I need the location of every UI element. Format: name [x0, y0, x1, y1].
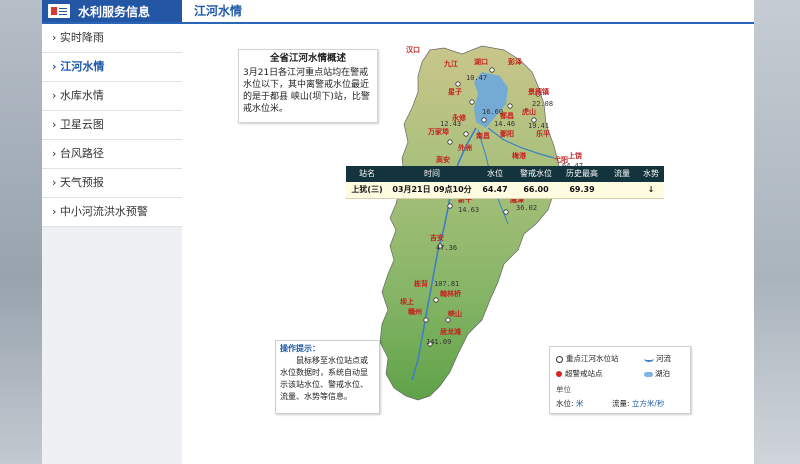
- col-station: 站名: [359, 169, 375, 178]
- map-label: 高安: [436, 155, 450, 164]
- legend-river: 河流: [644, 353, 671, 364]
- legend-unit-title: 单位: [556, 385, 571, 394]
- legend-over-warning: 超警戒站点: [556, 368, 603, 379]
- map-value[interactable]: 14.63: [458, 206, 479, 214]
- col-level: 水位: [487, 169, 503, 178]
- cell-station: 上犹(三): [351, 185, 383, 194]
- cell-time: 03月21日 09点10分: [392, 185, 472, 194]
- map-label: 景德镇: [527, 87, 549, 96]
- legend-level-label: 水位:: [556, 399, 574, 408]
- map-label: 居龙滩: [440, 327, 461, 336]
- col-warning: 警戒水位: [520, 169, 552, 178]
- cell-flow: [606, 182, 638, 198]
- legend-over-warning-label: 超警戒站点: [565, 369, 603, 378]
- map-value[interactable]: 22.08: [532, 100, 553, 108]
- cell-level: 64.47: [482, 185, 508, 194]
- map-value[interactable]: 141.09: [426, 338, 451, 346]
- map-label: 坝上: [400, 297, 414, 306]
- map-value[interactable]: 10.47: [466, 74, 487, 82]
- col-time: 时间: [424, 169, 440, 178]
- map-label: 汉口: [406, 45, 420, 54]
- overview-text: 3月21日各江河重点站均在警戒水位以下，其中离警戒水位最近的是于都县 峡山(坝下…: [243, 68, 370, 114]
- map-legend: 重点江河水位站 河流 超警戒站点 湖泊 单位 水位: 米 流量: 立方米/秒: [549, 346, 691, 414]
- station-tooltip-table: 站名 时间 水位 警戒水位 历史最高 流量 水势 上犹(三) 03月21日 09…: [346, 166, 664, 199]
- col-flow: 流量: [614, 169, 630, 178]
- map-value[interactable]: 14.46: [494, 120, 515, 128]
- overview-box: 全省江河水情概述 3月21日各江河重点站均在警戒水位以下，其中离警戒水位最近的是…: [238, 49, 378, 123]
- trend-down-icon: ↓: [647, 185, 655, 194]
- legend-flow-label: 流量:: [612, 399, 630, 408]
- lake-icon: [644, 371, 653, 377]
- river-icon: [644, 356, 654, 362]
- map-label: 赣州: [408, 307, 422, 316]
- sidebar-item-river-water[interactable]: › 江河水情: [42, 53, 182, 82]
- map-label: 南昌: [476, 131, 490, 140]
- map-label: 万家埠: [427, 127, 449, 136]
- sidebar-nav: › 实时降雨 › 江河水情 › 水库水情 › 卫星云图 › 台风路径 › 天气预…: [42, 24, 182, 464]
- sidebar-item-realtime-rain[interactable]: › 实时降雨: [42, 24, 182, 53]
- newspaper-icon: [48, 4, 70, 18]
- map-label: 峡山: [448, 309, 462, 318]
- sidebar-item-reservoir[interactable]: › 水库水情: [42, 82, 182, 111]
- red-dot-icon: [556, 371, 562, 377]
- map-label: 上饶: [568, 151, 582, 160]
- legend-key-station: 重点江河水位站: [556, 353, 619, 364]
- tips-text: 鼠标移至水位站点或水位数据时，系统自动显示该站水位、警戒水位、流量、水势等信息。: [280, 356, 368, 401]
- page-background-right: [754, 0, 800, 464]
- active-tab-label[interactable]: 江河水情: [194, 0, 242, 22]
- col-history: 历史最高: [566, 169, 598, 178]
- table-row[interactable]: 上犹(三) 03月21日 09点10分 64.47 66.00 69.39 ↓: [346, 182, 664, 199]
- header-title-block: 水利服务信息: [42, 0, 182, 22]
- operation-tips-box: 操作提示： 鼠标移至水位站点或水位数据时，系统自动显示该站水位、警戒水位、流量、…: [275, 340, 380, 414]
- map-label: 星子: [448, 87, 462, 96]
- map-value[interactable]: 19.41: [528, 122, 549, 130]
- legend-river-label: 河流: [656, 354, 671, 363]
- cell-warning: 66.00: [523, 185, 549, 194]
- map-label: 鄱阳: [499, 129, 514, 138]
- map-label: 彭泽: [508, 57, 522, 66]
- table-header-row: 站名 时间 水位 警戒水位 历史最高 流量 水势: [346, 166, 664, 182]
- legend-flow-unit: 流量: 立方米/秒: [612, 398, 664, 409]
- panel-header: 水利服务信息 江河水情: [42, 0, 754, 24]
- map-value[interactable]: 107.81: [434, 280, 459, 288]
- cell-history: 69.39: [569, 185, 595, 194]
- legend-lake: 湖泊: [644, 368, 670, 379]
- overview-title: 全省江河水情概述: [269, 53, 346, 64]
- map-label: 湖口: [474, 57, 488, 66]
- water-service-panel: 水利服务信息 江河水情 › 实时降雨 › 江河水情 › 水库水情 › 卫星云图 …: [42, 0, 754, 464]
- map-label: 虎山: [522, 107, 536, 116]
- sidebar-item-flood-warning[interactable]: › 中小河流洪水预警: [42, 198, 182, 227]
- col-trend: 水势: [643, 169, 659, 178]
- sidebar-item-satellite[interactable]: › 卫星云图: [42, 111, 182, 140]
- map-label: 栋背: [413, 279, 428, 288]
- sidebar-item-weather[interactable]: › 天气预报: [42, 169, 182, 198]
- legend-level-unit: 水位: 米: [556, 398, 583, 409]
- legend-lake-label: 湖泊: [655, 369, 670, 378]
- map-label: 梅港: [512, 151, 527, 160]
- map-label: 翰林桥: [440, 289, 462, 298]
- legend-level-unit-value: 米: [575, 399, 584, 408]
- map-label: 九江: [443, 59, 458, 68]
- legend-key-station-label: 重点江河水位站: [566, 354, 619, 363]
- page-background-left: [0, 0, 42, 464]
- map-value[interactable]: 47.36: [436, 244, 457, 252]
- map-label: 乐平: [536, 129, 550, 138]
- legend-flow-unit-value: 立方米/秒: [631, 399, 665, 408]
- map-label: 外洲: [458, 143, 472, 152]
- sidebar-item-typhoon[interactable]: › 台风路径: [42, 140, 182, 169]
- map-area: 汉口 九江 湖口 彭泽 星子 都昌 景德镇 万家埠 永修 南昌 鄱阳 乐平 高安…: [182, 24, 754, 464]
- map-value[interactable]: 12.43: [440, 120, 461, 128]
- open-circle-icon: [556, 355, 563, 363]
- map-label: 吉安: [430, 233, 444, 242]
- header-title: 水利服务信息: [78, 4, 151, 19]
- map-value[interactable]: 16.60: [482, 108, 503, 116]
- tips-title: 操作提示：: [280, 344, 320, 353]
- map-value[interactable]: 36.02: [516, 204, 537, 212]
